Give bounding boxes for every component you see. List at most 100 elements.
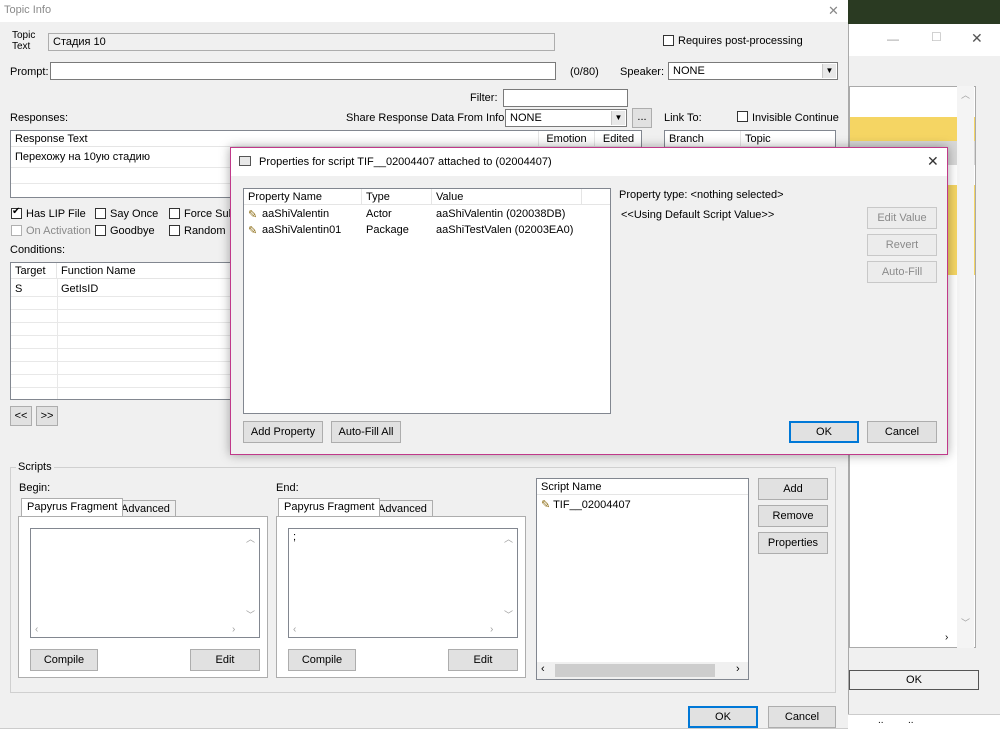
default-value-label: <<Using Default Script Value>>: [621, 209, 775, 221]
scroll-thumb[interactable]: [555, 664, 715, 677]
background-ok-button[interactable]: OK: [849, 670, 979, 690]
maximize-icon[interactable]: ☐: [931, 30, 942, 44]
random-label: Random: [184, 225, 226, 237]
column-header[interactable]: Response Text: [11, 131, 539, 147]
prompt-field[interactable]: [50, 62, 556, 80]
condition-row-target[interactable]: S: [11, 283, 26, 295]
has-lip-checkbox[interactable]: [11, 206, 22, 219]
close-icon[interactable]: ✕: [828, 3, 839, 19]
script-name-list[interactable]: Script Name ✎ TIF__02004407 ‹ ›: [536, 478, 749, 680]
prompt-label: Prompt:: [10, 66, 49, 78]
filter-field[interactable]: [503, 89, 628, 107]
requires-post-processing-checkbox[interactable]: [663, 35, 674, 46]
speaker-dropdown[interactable]: NONE ▼: [668, 62, 838, 80]
properties-titlebar: Properties for script TIF__02004407 atta…: [231, 148, 947, 176]
end-script-textarea[interactable]: ;: [288, 528, 518, 638]
scroll-right-icon[interactable]: ›: [232, 624, 235, 635]
script-list-item[interactable]: ✎ TIF__02004407: [537, 498, 748, 511]
property-type: Package: [366, 224, 409, 236]
column-header[interactable]: Value: [432, 189, 582, 205]
next-button[interactable]: >>: [36, 406, 58, 426]
auto-fill-all-button[interactable]: Auto-Fill All: [331, 421, 401, 443]
topic-text-field[interactable]: Стадия 10: [48, 33, 555, 51]
table-row[interactable]: Перехожу на 10ую стадию: [11, 151, 154, 163]
begin-edit-button[interactable]: Edit: [190, 649, 260, 671]
auto-fill-button[interactable]: Auto-Fill: [867, 261, 937, 283]
column-header[interactable]: Emotion: [539, 131, 595, 147]
say-once-checkbox[interactable]: [95, 208, 106, 219]
goodbye-checkbox[interactable]: [95, 225, 106, 236]
scroll-down-icon[interactable]: ﹀: [246, 608, 255, 621]
random-checkbox[interactable]: [169, 225, 180, 236]
script-list-hscroll[interactable]: ‹ ›: [537, 662, 748, 679]
invisible-continue-label: Invisible Continue: [752, 112, 839, 124]
cancel-button[interactable]: Cancel: [768, 706, 836, 728]
background-vscroll[interactable]: ︿ ﹀: [957, 86, 974, 648]
column-header[interactable]: Type: [362, 189, 432, 205]
previous-button[interactable]: <<: [10, 406, 32, 426]
column-header[interactable]: Property Name: [244, 189, 362, 205]
column-header[interactable]: Branch: [665, 131, 741, 147]
scroll-left-icon[interactable]: ‹: [293, 624, 296, 635]
revert-button[interactable]: Revert: [867, 234, 937, 256]
chevron-down-icon[interactable]: ▼: [822, 64, 836, 78]
responses-label: Responses:: [10, 112, 69, 124]
begin-script-textarea[interactable]: [30, 528, 260, 638]
edit-value-button[interactable]: Edit Value: [867, 207, 937, 229]
column-header[interactable]: Script Name: [537, 479, 748, 495]
scroll-down-icon[interactable]: ﹀: [957, 616, 974, 629]
tab-papyrus-fragment[interactable]: Papyrus Fragment: [278, 498, 381, 516]
end-compile-button[interactable]: Compile: [288, 649, 356, 671]
scroll-right-icon[interactable]: ›: [736, 663, 740, 675]
property-value: aaShiTestValen (02003EA0): [436, 224, 574, 236]
grid-cell: ..: [878, 715, 884, 726]
properties-cancel-button[interactable]: Cancel: [867, 421, 937, 443]
ok-button[interactable]: OK: [688, 706, 758, 728]
scroll-right-icon[interactable]: ›: [945, 632, 948, 643]
share-browse-button[interactable]: ...: [632, 108, 652, 128]
share-response-dropdown[interactable]: NONE ▼: [505, 109, 627, 127]
tab-papyrus-fragment[interactable]: Papyrus Fragment: [21, 498, 124, 516]
end-edit-button[interactable]: Edit: [448, 649, 518, 671]
properties-table[interactable]: Property Name Type Value ✎ aaShiValentin…: [243, 188, 611, 414]
chevron-down-icon[interactable]: ▼: [611, 111, 625, 125]
add-property-button[interactable]: Add Property: [243, 421, 323, 443]
window-icon: [239, 156, 251, 166]
script-list-item-label: TIF__02004407: [553, 499, 631, 511]
close-icon[interactable]: ✕: [927, 153, 939, 170]
scroll-left-icon[interactable]: ‹: [35, 624, 38, 635]
say-once-label: Say Once: [110, 208, 159, 220]
begin-compile-button[interactable]: Compile: [30, 649, 98, 671]
condition-row-function[interactable]: GetIsID: [57, 283, 102, 295]
scroll-right-icon[interactable]: ›: [490, 624, 493, 635]
scroll-up-icon[interactable]: ︿: [957, 88, 974, 101]
remove-script-button[interactable]: Remove: [758, 505, 828, 527]
window-title: Topic Info: [4, 4, 52, 16]
column-header[interactable]: Target: [11, 263, 57, 279]
column-header[interactable]: Edited: [595, 131, 641, 147]
on-activation-checkbox[interactable]: [11, 225, 22, 236]
properties-ok-button[interactable]: OK: [789, 421, 859, 443]
invisible-continue-checkbox[interactable]: [737, 111, 748, 122]
force-sub-checkbox[interactable]: [169, 208, 180, 219]
table-row[interactable]: ✎ aaShiValentin01 Package aaShiTestValen…: [244, 224, 610, 240]
row-divider: [11, 309, 239, 310]
scroll-up-icon[interactable]: ︿: [504, 532, 513, 545]
scroll-left-icon[interactable]: ‹: [541, 663, 545, 675]
filter-label: Filter:: [470, 92, 498, 104]
minimize-icon[interactable]: —: [887, 32, 899, 46]
column-header[interactable]: Topic: [741, 131, 835, 147]
column-header[interactable]: Function Name: [57, 263, 239, 279]
table-row[interactable]: ✎ aaShiValentin Actor aaShiValentin (020…: [244, 208, 610, 224]
column-header[interactable]: [582, 189, 610, 205]
close-icon[interactable]: ✕: [971, 30, 983, 47]
property-type-label: Property type: <nothing selected>: [619, 189, 784, 201]
properties-button[interactable]: Properties: [758, 532, 828, 554]
scroll-down-icon[interactable]: ﹀: [504, 608, 513, 621]
row-divider: [11, 296, 239, 297]
add-script-button[interactable]: Add: [758, 478, 828, 500]
properties-dialog: Properties for script TIF__02004407 atta…: [230, 147, 948, 455]
conditions-table[interactable]: Target Function Name S GetIsID: [10, 262, 240, 400]
background-titlebar: — ☐ ✕: [849, 24, 1000, 56]
scroll-up-icon[interactable]: ︿: [246, 532, 255, 545]
